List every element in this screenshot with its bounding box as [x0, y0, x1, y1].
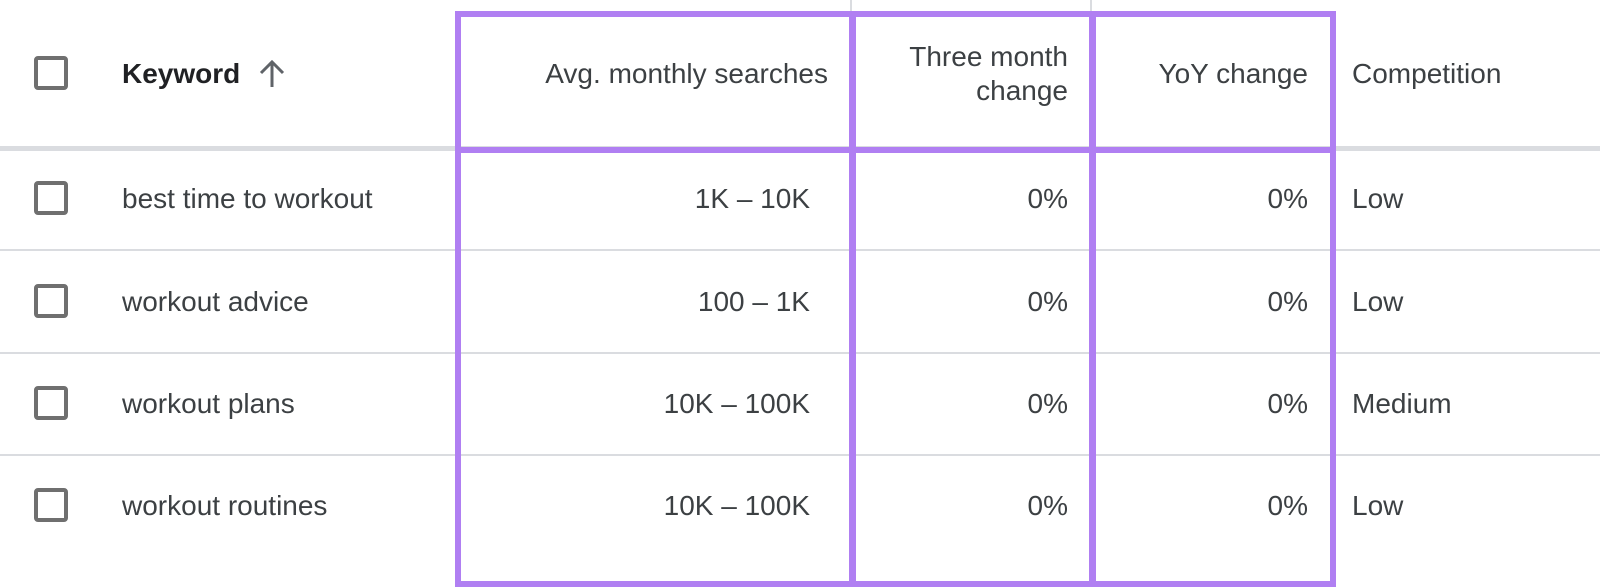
competition-cell: Medium: [1352, 384, 1452, 424]
highlight-yoy-header: [1089, 11, 1336, 153]
keyword-text: workout plans: [122, 388, 295, 419]
header-competition[interactable]: Competition: [1352, 52, 1501, 96]
competition-value: Low: [1352, 183, 1404, 214]
keyword-text: workout advice: [122, 286, 309, 317]
highlight-three-month-column: [849, 147, 1096, 587]
keyword-cell: workout advice: [122, 282, 309, 322]
row-checkbox[interactable]: [34, 284, 68, 318]
highlight-avg-header: [455, 11, 856, 153]
sort-ascending-icon[interactable]: [258, 59, 286, 89]
competition-value: Low: [1352, 286, 1404, 317]
row-checkbox[interactable]: [34, 181, 68, 215]
keyword-text: best time to workout: [122, 183, 373, 214]
keyword-cell: workout plans: [122, 384, 295, 424]
keyword-text: workout routines: [122, 490, 328, 521]
competition-cell: Low: [1352, 486, 1403, 526]
header-competition-label: Competition: [1352, 58, 1502, 89]
keyword-cell: best time to workout: [122, 179, 373, 219]
competition-cell: Low: [1352, 282, 1403, 322]
competition-value: Low: [1352, 490, 1404, 521]
row-checkbox[interactable]: [34, 488, 68, 522]
highlight-yoy-column: [1089, 147, 1336, 587]
keyword-cell: workout routines: [122, 486, 327, 526]
select-all-checkbox[interactable]: [34, 56, 68, 90]
highlight-avg-column: [455, 147, 856, 587]
header-keyword[interactable]: Keyword: [122, 52, 286, 96]
row-checkbox[interactable]: [34, 386, 68, 420]
header-keyword-label: Keyword: [122, 58, 241, 89]
competition-cell: Low: [1352, 179, 1403, 219]
competition-value: Medium: [1352, 388, 1452, 419]
highlight-three-month-header: [849, 11, 1096, 153]
